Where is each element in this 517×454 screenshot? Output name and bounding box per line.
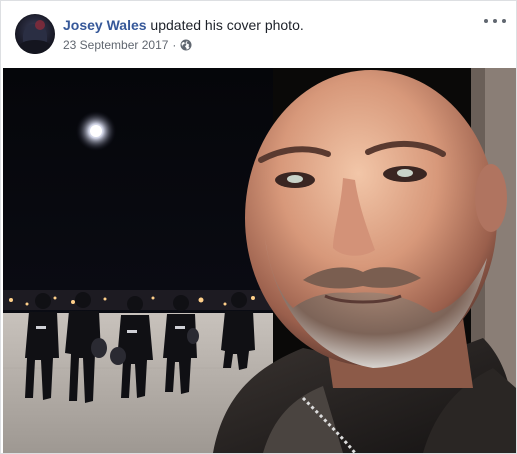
avatar-accent [35,20,45,30]
globe-icon[interactable] [180,39,192,51]
post-date-link[interactable]: 23 September 2017 [63,37,168,53]
post-title: Josey Wales updated his cover photo. [63,16,304,34]
avatar-shoulders [19,40,51,54]
cover-photo-image [3,68,516,453]
more-dot [502,19,506,23]
post-card: Josey Wales updated his cover photo. 23 … [0,0,517,454]
post-meta: 23 September 2017 · [63,37,192,53]
more-dot [484,19,488,23]
meta-separator: · [172,38,177,52]
cover-photo[interactable] [3,68,516,453]
post-action-text: updated his cover photo. [150,17,304,33]
more-dot [493,19,497,23]
post-header: Josey Wales updated his cover photo. 23 … [1,1,516,67]
more-options-icon[interactable] [484,13,506,29]
author-name-link[interactable]: Josey Wales [63,17,147,33]
author-avatar[interactable] [15,14,55,54]
